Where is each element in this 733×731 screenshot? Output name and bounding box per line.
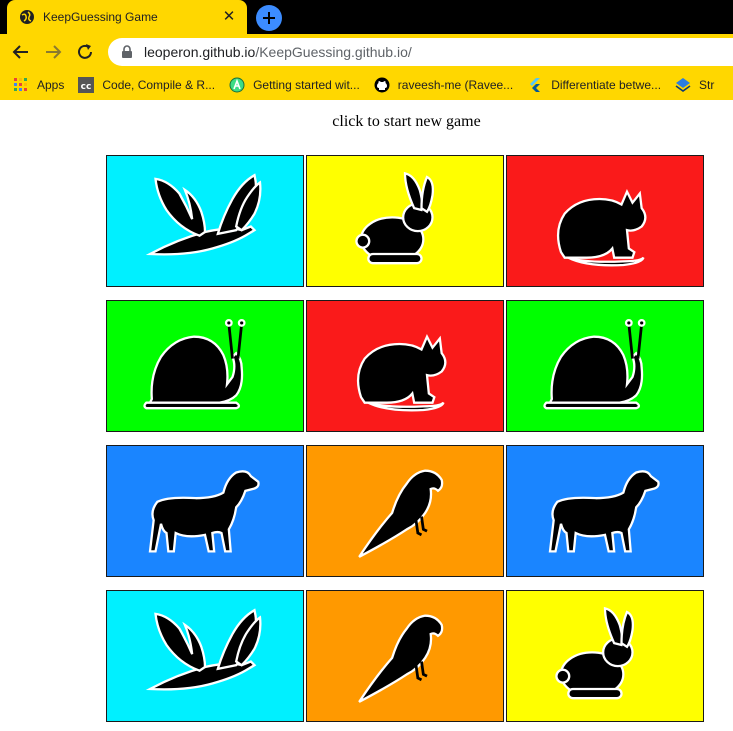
reload-icon — [78, 44, 92, 59]
forward-button[interactable] — [43, 42, 63, 62]
card-rabbit[interactable] — [506, 590, 704, 722]
bookmark-label: Str — [699, 78, 715, 92]
card-bird[interactable] — [106, 590, 304, 722]
arrow-left-icon — [12, 45, 28, 59]
card-cat[interactable] — [506, 155, 704, 287]
cc-icon: cc — [78, 77, 95, 93]
dog-icon — [548, 470, 660, 553]
globe-icon — [20, 10, 34, 24]
card-bird[interactable] — [106, 155, 304, 287]
bookmark-label: Getting started wit... — [253, 78, 360, 92]
tab-strip: KeepGuessing Game ✕ — [0, 0, 733, 34]
bookmark-getting-started[interactable]: Getting started wit... — [229, 77, 360, 93]
parrot-icon — [357, 614, 444, 704]
url-path: /KeepGuessing.github.io/ — [255, 44, 412, 60]
reload-button[interactable] — [75, 42, 95, 62]
cat-icon — [556, 190, 647, 267]
card-cat[interactable] — [306, 300, 504, 432]
bird-icon — [148, 609, 262, 691]
rabbit-icon — [555, 607, 635, 700]
bookmark-label: Code, Compile & R... — [102, 78, 216, 92]
bookmark-code-compile[interactable]: cc Code, Compile & R... — [78, 77, 215, 93]
card-snail[interactable] — [506, 300, 704, 432]
card-snail[interactable] — [106, 300, 304, 432]
tab-title: KeepGuessing Game — [43, 10, 158, 24]
bookmarks-bar: Apps cc Code, Compile & R... Getting sta… — [0, 70, 733, 100]
android-studio-icon — [229, 77, 245, 93]
apps-grid-icon — [14, 78, 27, 91]
tab-keepguessing[interactable]: KeepGuessing Game ✕ — [7, 0, 247, 34]
card-parrot[interactable] — [306, 445, 504, 577]
arrow-right-icon — [46, 45, 62, 59]
snail-icon — [543, 318, 646, 410]
browser-toolbar: leoperon.github.io/KeepGuessing.github.i… — [0, 34, 733, 70]
svg-text:cc: cc — [81, 82, 92, 92]
bookmark-label: Apps — [37, 78, 65, 92]
snail-icon — [143, 318, 246, 410]
close-icon[interactable]: ✕ — [221, 9, 237, 25]
url-text[interactable]: leoperon.github.io/KeepGuessing.github.i… — [144, 44, 412, 60]
stack-icon — [675, 78, 691, 92]
card-parrot[interactable] — [306, 590, 504, 722]
github-icon — [374, 77, 390, 93]
card-rabbit[interactable] — [306, 155, 504, 287]
game-board — [106, 155, 704, 722]
bookmark-apps[interactable]: Apps — [13, 77, 64, 93]
start-new-game-link[interactable]: click to start new game — [0, 113, 733, 131]
rabbit-icon — [355, 172, 435, 265]
new-tab-button[interactable] — [256, 5, 282, 31]
dog-icon — [148, 470, 260, 553]
bookmark-differentiate[interactable]: Differentiate betwe... — [527, 77, 661, 93]
flutter-icon — [530, 78, 541, 92]
address-bar[interactable]: leoperon.github.io/KeepGuessing.github.i… — [108, 38, 733, 66]
card-dog[interactable] — [106, 445, 304, 577]
bird-icon — [148, 174, 262, 256]
url-host: leoperon.github.io — [144, 44, 256, 60]
parrot-icon — [357, 469, 444, 559]
lock-icon[interactable] — [120, 45, 134, 59]
bookmark-str[interactable]: Str — [675, 77, 714, 93]
card-dog[interactable] — [506, 445, 704, 577]
bookmark-label: Differentiate betwe... — [551, 78, 662, 92]
bookmark-raveesh[interactable]: raveesh-me (Ravee... — [374, 77, 513, 93]
plus-icon — [263, 12, 275, 24]
cat-icon — [356, 335, 447, 412]
bookmark-label: raveesh-me (Ravee... — [397, 78, 514, 92]
back-button[interactable] — [11, 42, 31, 62]
